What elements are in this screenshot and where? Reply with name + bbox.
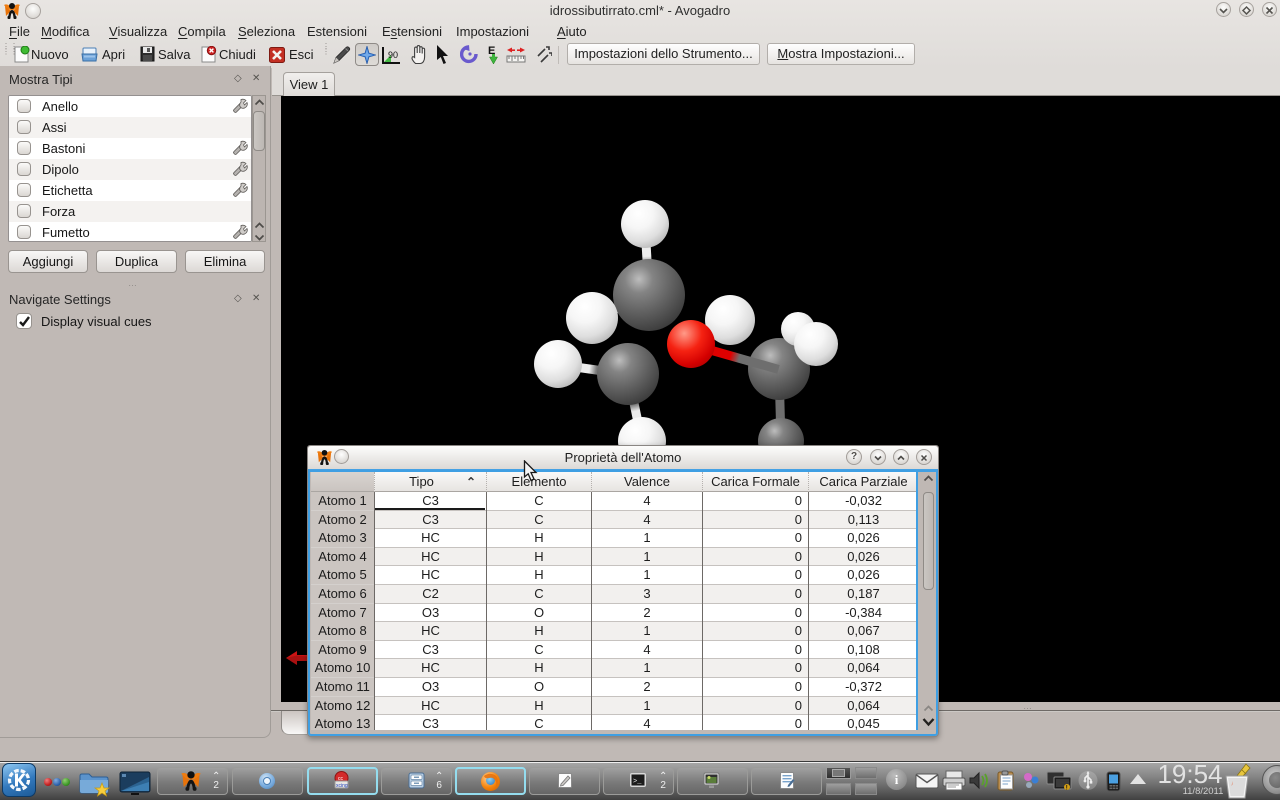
svg-text:90: 90 [388, 50, 398, 60]
svg-text:>_: >_ [633, 778, 642, 786]
svg-text:cc: cc [338, 776, 344, 782]
svg-text:!: ! [1066, 785, 1068, 791]
svg-text:xcing: xcing [336, 783, 348, 789]
